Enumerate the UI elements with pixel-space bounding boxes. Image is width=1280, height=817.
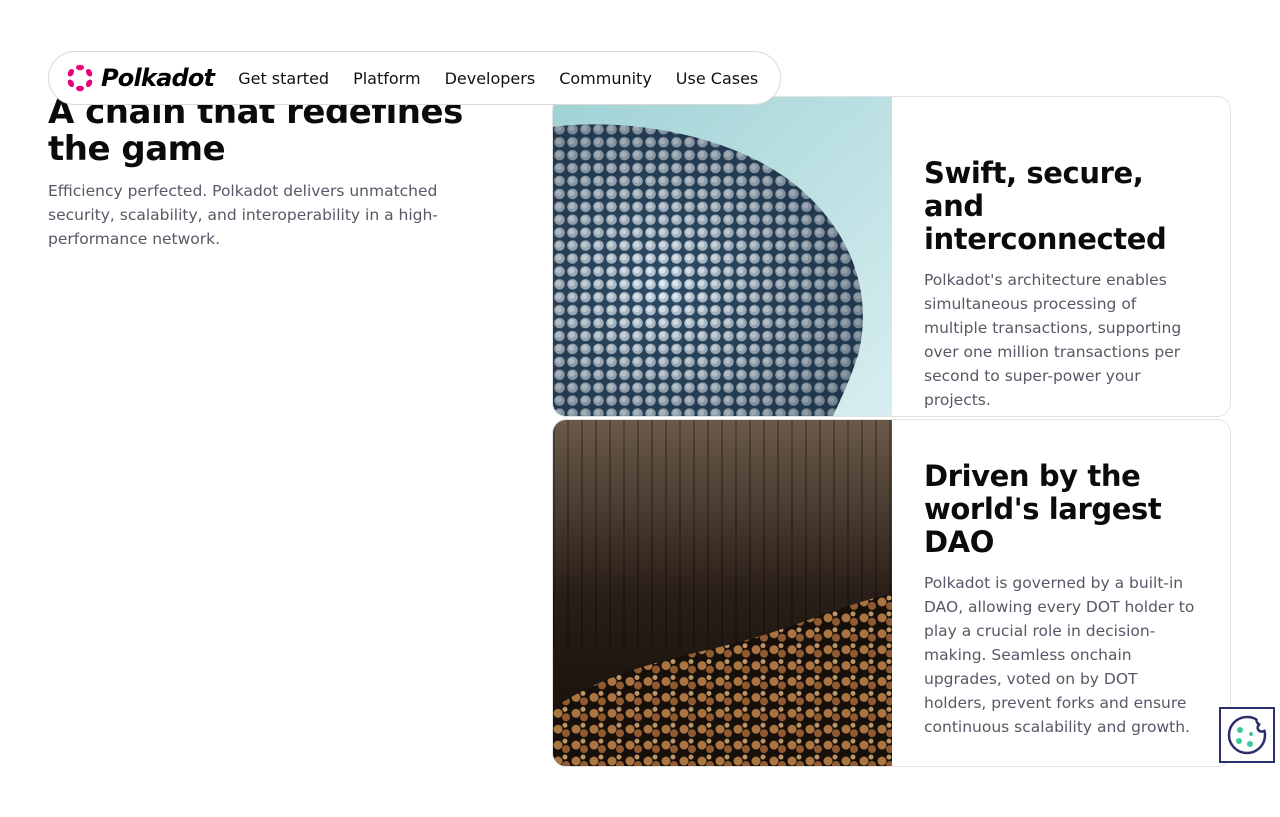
feature-card-title: Swift, secure, and interconnected	[924, 156, 1167, 256]
nav-link-platform[interactable]: Platform	[353, 69, 420, 88]
feature-card-text: Driven by the world's largest DAO Polkad…	[892, 420, 1229, 766]
feature-card-description: Polkadot's architecture enables simultan…	[924, 271, 1182, 409]
cookie-settings-button[interactable]	[1219, 707, 1275, 763]
nav-link-community[interactable]: Community	[559, 69, 652, 88]
feature-card-dao: Driven by the world's largest DAO Polkad…	[552, 419, 1231, 767]
cookie-icon	[1227, 715, 1267, 755]
hero-title: A chain that redefines the game	[48, 92, 463, 169]
feature-card-text: Swift, secure, and interconnected Polkad…	[892, 97, 1229, 416]
nav-link-use-cases[interactable]: Use Cases	[676, 69, 758, 88]
polkadot-logo[interactable]: Polkadot	[49, 63, 215, 93]
top-navigation: Polkadot Get started Platform Developers…	[48, 51, 781, 105]
building-facade-image	[553, 97, 892, 416]
nav-link-get-started[interactable]: Get started	[238, 69, 329, 88]
nav-links: Get started Platform Developers Communit…	[214, 69, 782, 88]
nav-link-developers[interactable]: Developers	[445, 69, 536, 88]
logo-wordmark: Polkadot	[101, 64, 215, 92]
concert-crowd-image	[553, 420, 892, 766]
polkadot-logo-icon	[67, 64, 93, 92]
hero-description: Efficiency perfected. Polkadot delivers …	[48, 182, 438, 248]
feature-card-title: Driven by the world's largest DAO	[924, 459, 1162, 559]
feature-card-description: Polkadot is governed by a built-in DAO, …	[924, 574, 1195, 736]
feature-card-speed: Swift, secure, and interconnected Polkad…	[552, 96, 1231, 417]
